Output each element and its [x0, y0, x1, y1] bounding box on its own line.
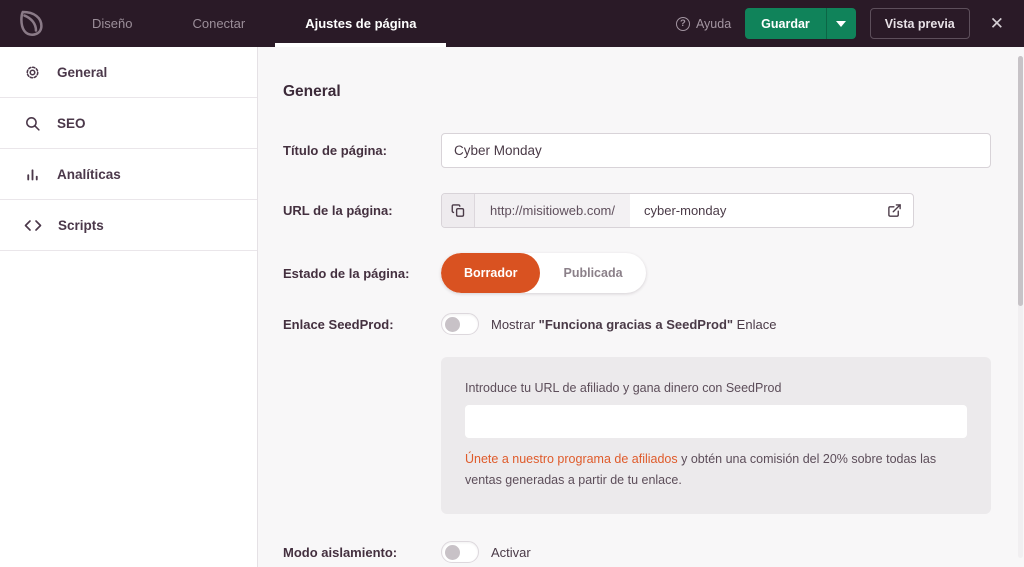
help-label: Ayuda [695, 16, 732, 31]
url-slug-input[interactable] [630, 194, 887, 227]
sidebar-item-general[interactable]: General [0, 47, 257, 98]
external-link-icon [888, 204, 901, 217]
isolation-mode-row: Modo aislamiento: Activar [283, 541, 991, 564]
copy-url-button[interactable] [442, 194, 475, 227]
save-button[interactable]: Guardar [745, 8, 826, 39]
sidebar-item-scripts[interactable]: Scripts [0, 200, 257, 251]
search-icon [26, 116, 40, 131]
status-option-borrador[interactable]: Borrador [441, 253, 541, 293]
seedprod-link-text: Mostrar "Funciona gracias a SeedProd" En… [491, 316, 777, 332]
scrollbar-thumb[interactable] [1018, 56, 1023, 306]
isolation-mode-toggle[interactable] [441, 541, 479, 564]
page-title-input[interactable] [441, 133, 991, 168]
affiliate-prompt: Introduce tu URL de afiliado y gana dine… [465, 381, 782, 395]
code-icon [24, 219, 42, 231]
gear-icon [26, 65, 39, 79]
page-url-group: http://misitioweb.com/ [441, 193, 914, 228]
tab-ajustes-de-pagina[interactable]: Ajustes de página [275, 0, 447, 47]
settings-sidebar: General SEO Analíticas Scripts [0, 47, 258, 567]
affiliate-note: Únete a nuestro programa de afiliados y … [465, 452, 937, 487]
status-toggle: Borrador Publicada [441, 253, 646, 293]
status-option-publicada[interactable]: Publicada [540, 253, 645, 293]
chevron-down-icon [836, 20, 847, 27]
topbar-tabs: Diseño Conectar Ajustes de página [62, 0, 447, 47]
toggle-knob [445, 316, 460, 332]
help-button[interactable]: ? Ayuda [675, 16, 732, 31]
copy-icon [451, 204, 464, 217]
sidebar-item-label: SEO [57, 115, 86, 131]
sidebar-item-label: Analíticas [57, 166, 121, 182]
sidebar-item-analiticas[interactable]: Analíticas [0, 149, 257, 200]
page-url-row: URL de la página: http://misitioweb.com/ [283, 193, 991, 228]
settings-panel: General Título de página: URL de la pági… [258, 47, 1024, 567]
page-title-label: Título de página: [283, 143, 387, 158]
seedprod-leaf-icon [19, 10, 43, 37]
url-prefix: http://misitioweb.com/ [475, 194, 630, 227]
top-bar: Diseño Conectar Ajustes de página ? Ayud… [0, 0, 1024, 47]
scrollbar-track[interactable] [1018, 56, 1023, 558]
isolation-toggle-label: Activar [491, 544, 531, 560]
save-dropdown-button[interactable] [825, 8, 856, 39]
page-title: General [283, 83, 341, 100]
close-icon[interactable]: ✕ [984, 14, 1010, 34]
seedprod-logo[interactable] [0, 0, 62, 47]
open-url-button[interactable] [887, 194, 913, 227]
preview-button[interactable]: Vista previa [869, 8, 970, 39]
save-button-group: Guardar [745, 8, 856, 39]
page-url-label: URL de la página: [283, 203, 393, 218]
page-status-label: Estado de la página: [283, 265, 410, 281]
toggle-knob [445, 544, 460, 560]
sidebar-item-label: General [57, 64, 108, 80]
affiliate-box: Introduce tu URL de afiliado y gana dine… [441, 357, 991, 515]
help-icon: ? [675, 16, 690, 31]
sidebar-item-seo[interactable]: SEO [0, 98, 257, 149]
sidebar-item-label: Scripts [58, 217, 104, 233]
tab-conectar[interactable]: Conectar [162, 0, 275, 47]
seedprod-link-toggle[interactable] [441, 313, 479, 335]
page-title-row: Título de página: [283, 133, 991, 168]
tab-diseno[interactable]: Diseño [62, 0, 162, 47]
seedprod-link-label: Enlace SeedProd: [283, 316, 394, 332]
seedprod-link-row: Enlace SeedProd: Mostrar "Funciona graci… [283, 313, 991, 335]
affiliate-url-input[interactable] [465, 405, 967, 438]
isolation-mode-label: Modo aislamiento: [283, 544, 398, 560]
affiliate-program-link[interactable]: Únete a nuestro programa de afiliados [465, 452, 678, 466]
affiliate-row: Introduce tu URL de afiliado y gana dine… [283, 357, 991, 515]
bar-chart-icon [27, 168, 38, 180]
page-status-row: Estado de la página: Borrador Publicada [283, 253, 991, 293]
